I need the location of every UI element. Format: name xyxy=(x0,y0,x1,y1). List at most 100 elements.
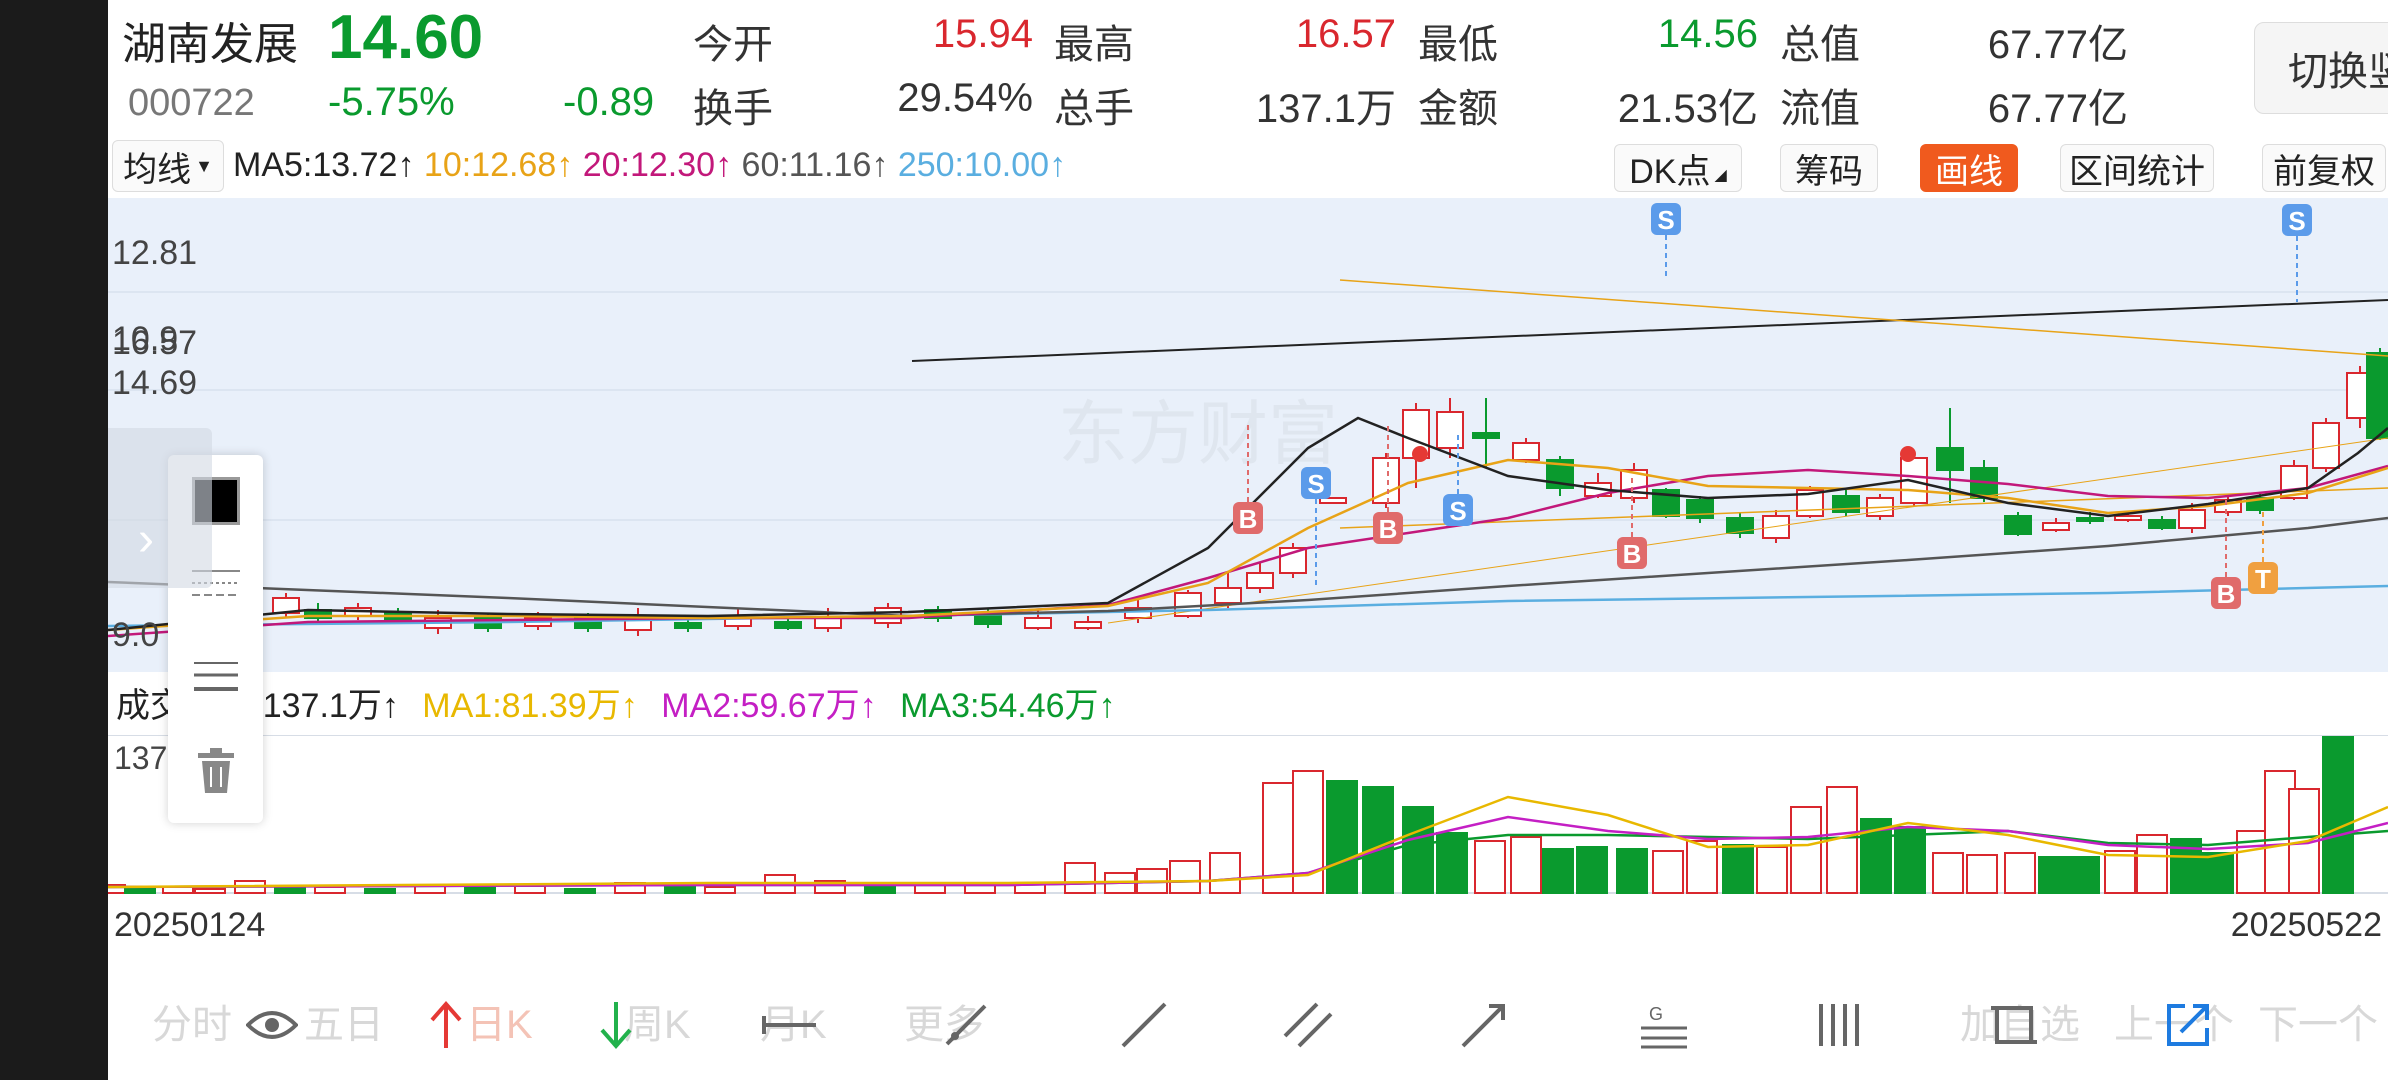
date-end: 20250522 xyxy=(2230,906,2382,944)
turnover-label: 换手 xyxy=(693,87,773,131)
rectangle-icon[interactable] xyxy=(1974,990,2054,1060)
event-dot[interactable] xyxy=(1412,446,1428,462)
candle xyxy=(1024,617,1052,629)
line-segment-icon[interactable] xyxy=(750,990,830,1060)
signal-marker-label: S xyxy=(1657,205,1674,235)
trash-icon[interactable] xyxy=(194,747,238,800)
ray-line-icon[interactable] xyxy=(926,990,1006,1060)
volume-chart[interactable]: 137.1 xyxy=(108,735,2388,895)
volume-bar xyxy=(2322,736,2354,894)
signal-marker-label: S xyxy=(2288,206,2305,236)
straight-line-icon[interactable] xyxy=(1104,990,1184,1060)
volume-bar xyxy=(1966,854,1998,894)
ma20-value: 20:12.30↑ xyxy=(582,146,733,184)
volume-bar xyxy=(1686,840,1718,894)
fibonacci-icon[interactable]: G xyxy=(1624,990,1704,1060)
float-cap-label: 流值 xyxy=(1780,87,1860,131)
volume-bar xyxy=(1209,852,1241,894)
volume-bar xyxy=(274,887,306,894)
tab-five-day[interactable]: 五日 xyxy=(304,992,384,1050)
volume-bar xyxy=(1510,836,1542,894)
signal-marker-label: S xyxy=(1307,469,1324,499)
signal-marker-label: B xyxy=(2217,579,2236,609)
candle xyxy=(2178,509,2206,529)
arrow-line-icon[interactable] xyxy=(1444,990,1524,1060)
low-value: 14.56 xyxy=(1657,12,1758,56)
candle xyxy=(2004,515,2032,535)
volume-current: 137.1万↑ xyxy=(262,687,399,725)
switch-portrait-button[interactable]: 切换竖屏 xyxy=(2254,22,2388,114)
candle xyxy=(1436,411,1464,449)
eye-icon[interactable] xyxy=(232,990,312,1060)
vertical-lines-icon[interactable] xyxy=(1800,990,1880,1060)
volume-bar xyxy=(1652,850,1684,894)
volume-value: 137.1万 xyxy=(1255,87,1396,131)
volume-bar xyxy=(1542,848,1574,894)
corner-icon: ◢ xyxy=(1714,167,1727,184)
volume-indicator-bar: 成交量 ▼ 137.1万↑ MA1:81.39万↑ MA2:59.67万↑ MA… xyxy=(116,678,1116,727)
volume-bar xyxy=(1722,844,1754,894)
volume-bar xyxy=(1616,848,1648,894)
volume-bar xyxy=(1576,846,1608,894)
svg-text:G: G xyxy=(1649,1004,1663,1024)
volume-bar xyxy=(1402,806,1434,894)
open-value: 15.94 xyxy=(932,12,1033,56)
change-percent: -5.75% xyxy=(328,80,455,124)
volume-bar xyxy=(1756,846,1788,894)
volume-bar xyxy=(2068,856,2100,894)
ma-selector[interactable]: 均线 ▼ xyxy=(112,140,224,192)
price-axis-label: 14.69 xyxy=(112,364,197,402)
high-value: 16.57 xyxy=(1295,12,1396,56)
candle xyxy=(1762,515,1790,539)
candle xyxy=(2366,352,2388,439)
parallel-line-icon[interactable] xyxy=(1268,990,1348,1060)
kline-chart[interactable]: 东方财富 B BSSBSB TS 16.57 14.69 12.81 10.9 9.… xyxy=(108,198,2388,672)
volume-bar xyxy=(194,888,226,894)
ma10-value: 10:12.68↑ xyxy=(423,146,574,184)
ma250-value: 250:10.00↑ xyxy=(897,146,1067,184)
candle xyxy=(974,615,1002,625)
forward-adjust-button[interactable]: 前复权 xyxy=(2262,144,2386,192)
volume-bar xyxy=(1169,860,1201,894)
share-icon[interactable] xyxy=(2148,990,2228,1060)
vol-ma2-value: MA2:59.67万↑ xyxy=(661,687,877,725)
event-dot[interactable] xyxy=(1900,446,1916,462)
draw-line-button[interactable]: 画线 xyxy=(1920,144,2018,192)
float-cap-value: 67.77亿 xyxy=(1987,87,2128,131)
volume-bar xyxy=(704,886,736,894)
tab-intraday[interactable]: 分时 xyxy=(152,992,232,1050)
signal-marker-label: T xyxy=(2255,564,2271,594)
total-cap-label: 总值 xyxy=(1780,23,1860,67)
signal-marker-label: B xyxy=(1379,514,1398,544)
dk-point-button[interactable]: DK点 ◢ xyxy=(1614,144,1742,192)
price-axis-label: 9.0 xyxy=(112,616,159,654)
candle xyxy=(2114,515,2142,521)
candle xyxy=(1214,587,1242,604)
candle xyxy=(774,621,802,629)
price-axis-label: 10.9 xyxy=(112,320,178,358)
range-stats-button[interactable]: 区间统计 xyxy=(2060,144,2214,192)
vol-ma3-value: MA3:54.46万↑ xyxy=(900,687,1116,725)
candle xyxy=(814,617,842,629)
chips-button[interactable]: 筹码 xyxy=(1780,144,1878,192)
line-width-icon[interactable] xyxy=(186,657,246,702)
signal-marker-label: S xyxy=(1449,496,1466,526)
app-window: 湖南发展 14.60 000722 -5.75% -0.89 今开 15.94 … xyxy=(108,0,2388,1080)
high-label: 最高 xyxy=(1054,23,1134,67)
volume-bar xyxy=(464,886,496,894)
arrow-up-icon[interactable] xyxy=(406,990,486,1060)
arrow-down-icon[interactable] xyxy=(576,990,656,1060)
volume-bar xyxy=(1790,806,1822,894)
palette-collapse-tab[interactable] xyxy=(108,428,212,588)
amount-value: 21.53亿 xyxy=(1617,87,1758,131)
next-stock-button[interactable]: 下一个 xyxy=(2258,992,2378,1050)
vol-ma1-value: MA1:81.39万↑ xyxy=(422,687,638,725)
volume-bar xyxy=(1932,852,1964,894)
volume-bar xyxy=(314,886,346,894)
ma-values: MA5:13.72↑ 10:12.68↑ 20:12.30↑ 60:11.16↑… xyxy=(233,146,1066,185)
volume-bar xyxy=(2038,856,2070,894)
chevron-right-icon[interactable]: › xyxy=(138,512,154,567)
candle xyxy=(2148,519,2176,529)
signal-marker-label: B xyxy=(1623,539,1642,569)
stock-name: 湖南发展 xyxy=(122,20,298,69)
